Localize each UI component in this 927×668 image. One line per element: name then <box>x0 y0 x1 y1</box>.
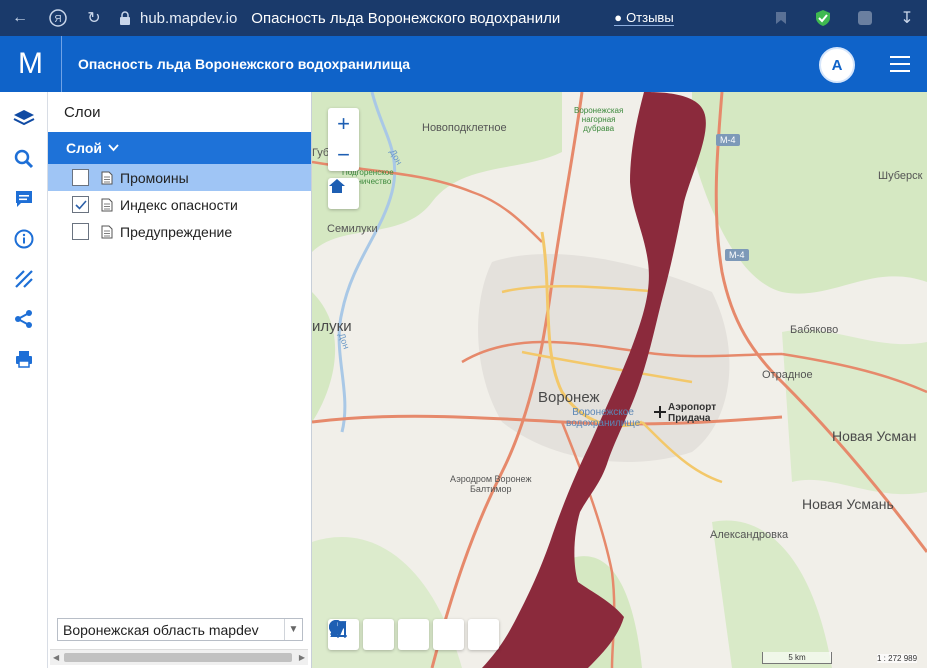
scroll-right-icon[interactable]: ▶ <box>299 653 305 662</box>
map-label-gubaryovo: Губ <box>312 147 330 159</box>
hatch-icon <box>15 270 33 288</box>
feedback-button[interactable]: ● Отзывы <box>614 10 674 26</box>
map-label-aleksandrovka: Александровка <box>710 529 789 541</box>
horizontal-scrollbar[interactable]: ◀ ▶ <box>50 649 308 665</box>
measure-distance-button[interactable] <box>330 619 429 650</box>
feedback-label: Отзывы <box>626 10 674 25</box>
map-label-novopodklyatnoe: Новоподклетное <box>422 122 507 134</box>
dropdown-arrow-icon[interactable]: ▼ <box>284 619 302 640</box>
comments-button[interactable] <box>0 179 48 219</box>
layer-checkbox[interactable] <box>72 169 89 186</box>
scrollbar-thumb[interactable] <box>64 653 292 662</box>
checkmark-icon <box>74 199 87 210</box>
layer-group-label: Слой <box>66 140 102 156</box>
comment-icon <box>16 191 32 207</box>
layers-icon <box>13 110 35 126</box>
layer-checkbox[interactable] <box>72 223 89 240</box>
map-canvas <box>312 92 927 668</box>
share-button[interactable] <box>0 299 48 339</box>
zoom-out-button[interactable]: − <box>328 139 359 170</box>
map-label-forest-north: Воронежская нагорная дубрава <box>574 106 624 133</box>
document-icon <box>101 171 113 184</box>
map-label-otradnoe: Отрадное <box>762 369 813 381</box>
svg-text:Я: Я <box>54 14 61 25</box>
region-select[interactable]: Воронежская область mapdev ▼ <box>57 618 303 641</box>
measure-area-button[interactable] <box>330 619 464 650</box>
search-icon <box>14 149 34 169</box>
layer-label: Предупреждение <box>120 223 233 240</box>
map-label-shubersk: Шуберск <box>878 170 923 182</box>
map-view[interactable]: Новоподклетное Губ Семилуки илуки Вороне… <box>312 92 927 668</box>
layer-row-warning[interactable]: Предупреждение <box>48 218 311 245</box>
panel-title: Слои <box>64 103 101 121</box>
map-label-semiluki: Семилуки <box>327 223 378 235</box>
info-button[interactable] <box>0 219 48 259</box>
map-label-novaya-usman-2: Новая Усмань <box>802 496 894 512</box>
road-shield-m4-2: М-4 <box>725 249 749 261</box>
map-label-babyakovo: Бабяково <box>790 324 839 336</box>
share-icon <box>15 310 32 328</box>
download-icon[interactable]: ↧ <box>893 0 921 36</box>
chevron-down-icon <box>108 144 119 152</box>
layer-row-danger-index[interactable]: Индекс опасности <box>48 191 311 218</box>
reload-icon[interactable]: ↻ <box>80 0 108 36</box>
home-button[interactable] <box>328 178 359 209</box>
map-label-airfield: Аэродром Воронеж Балтимор <box>450 474 532 494</box>
zoom-control: + − <box>328 108 359 171</box>
address-bar[interactable]: hub.mapdev.io Опасность льда Воронежског… <box>118 0 560 36</box>
map-label-voronezh: Воронеж <box>538 389 600 406</box>
layer-group-toggle[interactable]: Слой <box>48 132 311 164</box>
zoom-out-area-button[interactable] <box>329 619 394 650</box>
yandex-icon[interactable]: Я <box>44 0 72 36</box>
back-icon[interactable]: ← <box>6 0 34 36</box>
url-host: hub.mapdev.io <box>140 9 238 27</box>
lock-icon <box>120 11 130 25</box>
browser-toolbar: ← Я ↻ hub.mapdev.io Опасность льда Ворон… <box>0 0 927 36</box>
print-button[interactable] <box>0 339 48 379</box>
app-title: Опасность льда Воронежского водохранилищ… <box>78 56 411 72</box>
map-label-airport: Аэропорт Придача <box>668 402 717 424</box>
shield-check-icon[interactable] <box>809 0 837 36</box>
layer-label: Индекс опасности <box>120 196 238 213</box>
bookmark-icon[interactable] <box>767 0 795 36</box>
hatch-button[interactable] <box>0 259 48 299</box>
user-avatar[interactable]: A <box>819 47 855 83</box>
layer-label: Промоины <box>120 169 189 186</box>
map-label-reservoir: Воронежское водохранилище <box>566 407 641 429</box>
page-tab-title: Опасность льда Воронежского водохранили <box>251 9 561 27</box>
app-header: M Опасность льда Воронежского водохранил… <box>0 36 927 92</box>
info-icon <box>14 229 34 249</box>
zoom-in-button[interactable]: + <box>328 108 359 139</box>
menu-icon[interactable] <box>890 56 910 72</box>
scroll-left-icon[interactable]: ◀ <box>53 653 59 662</box>
map-tools <box>328 619 499 650</box>
home-icon <box>329 179 345 193</box>
layer-checkbox[interactable] <box>72 196 89 213</box>
app-logo[interactable]: M <box>0 36 62 92</box>
search-button[interactable] <box>0 139 48 179</box>
document-icon <box>101 225 113 238</box>
layers-button[interactable] <box>0 99 48 139</box>
speech-bubble-icon: ● <box>614 10 623 25</box>
print-icon <box>16 351 32 368</box>
compare-button[interactable] <box>331 619 499 650</box>
swipe-compare-icon <box>331 620 347 638</box>
map-label-novaya-usman-1: Новая Усман <box>832 428 917 444</box>
tool-rail <box>0 92 48 668</box>
scale-ratio: 1 : 272 989 <box>877 654 918 663</box>
scale-bar: 5 km <box>762 652 832 664</box>
road-shield-m4: М-4 <box>716 134 740 146</box>
region-select-value: Воронежская область mapdev <box>63 621 259 638</box>
layer-row-promoiny[interactable]: Промоины <box>48 164 311 191</box>
document-icon <box>101 198 113 211</box>
layers-panel: Слои Слой Промоины Индекс опасности Пред… <box>48 92 312 668</box>
extension-icon[interactable] <box>851 0 879 36</box>
